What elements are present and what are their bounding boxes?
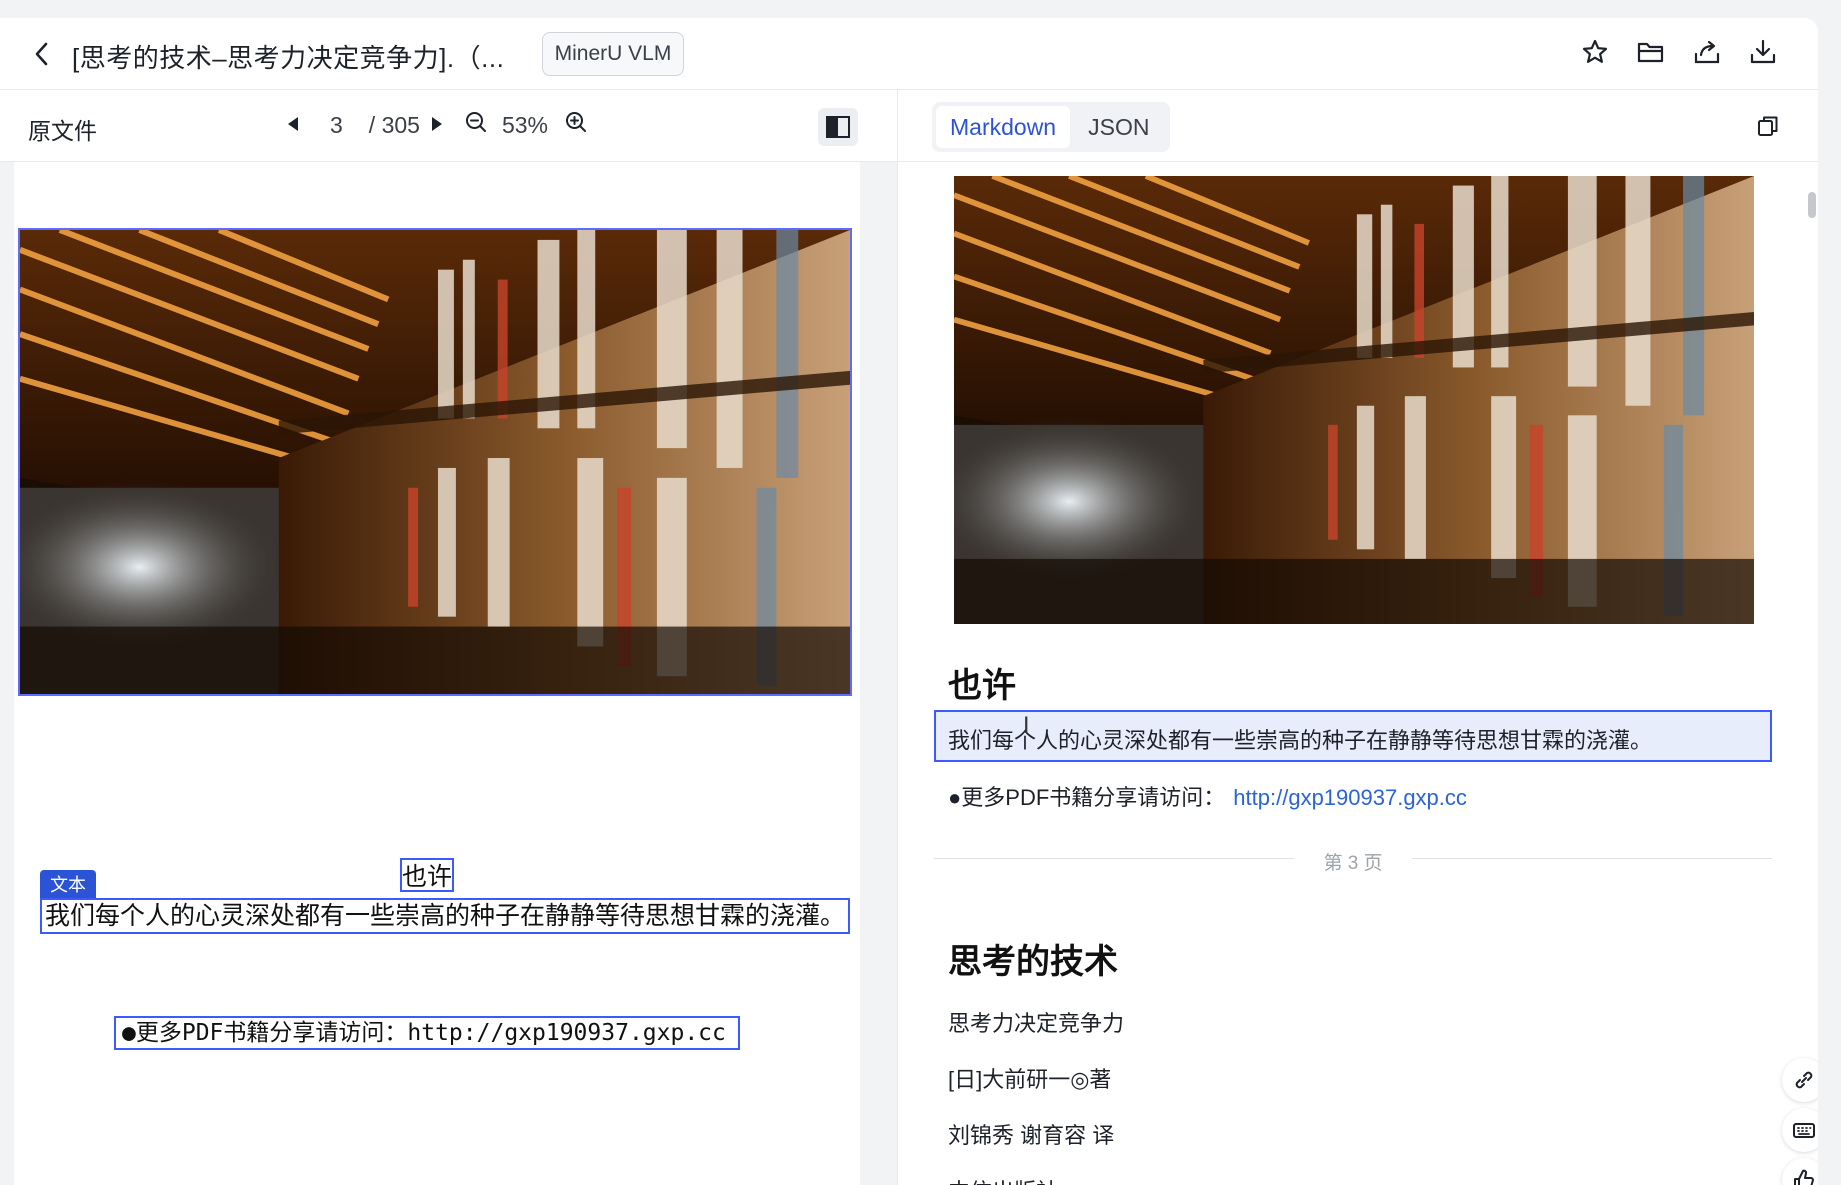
tab-markdown[interactable]: Markdown — [936, 106, 1071, 148]
source-file-label: 原文件 — [28, 118, 97, 144]
star-icon — [1582, 39, 1608, 63]
triangle-left-icon — [288, 116, 298, 131]
open-folder-button[interactable] — [1636, 34, 1666, 70]
pdf-page: 也许 文本 我们每个人的心灵深处都有一些崇高的种子在静静等待思想甘霖的浇灌。 ●… — [14, 162, 860, 1185]
prev-page-button[interactable] — [286, 112, 300, 139]
back-icon — [35, 42, 48, 66]
share-link[interactable]: http://gxp190937.gxp.cc — [1233, 785, 1467, 810]
markdown-bookshelf-image — [954, 176, 1754, 624]
markdown-title: 思考的技术 — [948, 943, 1118, 981]
back-button[interactable] — [26, 38, 58, 70]
markdown-heading: 也许 — [948, 667, 1016, 705]
link-icon — [1795, 1071, 1813, 1089]
markdown-pane[interactable]: 也许 我们每个人的心灵深处都有一些崇高的种子在静静等待思想甘霖的浇灌。 I ●更… — [898, 162, 1818, 1185]
text-cursor-icon: I — [1023, 714, 1030, 739]
download-icon — [1750, 39, 1776, 64]
copy-icon — [1758, 116, 1778, 136]
top-actions — [1580, 34, 1778, 70]
markdown-line: 刘锦秀 谢育容 译 — [948, 1123, 1115, 1148]
total-pages: / 305 — [368, 111, 420, 138]
pdf-heading-block[interactable]: 也许 — [400, 858, 454, 892]
separator-line-right — [1412, 858, 1772, 859]
zoom-out-icon — [465, 112, 486, 132]
top-bar: [思考的技术–思考力决定竞争力].（... MinerU VLM — [0, 18, 1818, 90]
markdown-link-line: ●更多PDF书籍分享请访问： http://gxp190937.gxp.cc — [948, 780, 1467, 812]
split-view-icon — [826, 116, 850, 138]
share-icon — [1694, 40, 1720, 64]
favorite-button[interactable] — [1580, 34, 1610, 70]
zoom-in-button[interactable] — [564, 110, 588, 140]
result-toolbar: Markdown JSON — [898, 90, 1818, 162]
page-separator: 第 3 页 — [934, 848, 1772, 874]
link-tool-button[interactable] — [1782, 1058, 1818, 1102]
pager: 3 / 305 53% — [286, 108, 588, 142]
scrollbar-thumb[interactable] — [1808, 192, 1816, 218]
markdown-line: 中信出版社 — [948, 1174, 1058, 1185]
model-badge[interactable]: MinerU VLM — [542, 32, 684, 76]
pdf-link-block[interactable]: ●更多PDF书籍分享请访问：http://gxp190937.gxp.cc — [114, 1016, 740, 1050]
pdf-image-block[interactable] — [14, 227, 852, 696]
pdf-paragraph-block[interactable]: 我们每个人的心灵深处都有一些崇高的种子在静静等待思想甘霖的浇灌。 — [40, 898, 850, 934]
keyboard-icon — [1793, 1123, 1815, 1138]
format-switch: Markdown JSON — [932, 102, 1170, 152]
share-button[interactable] — [1692, 34, 1722, 70]
current-page-input[interactable]: 3 — [330, 112, 343, 139]
download-button[interactable] — [1748, 34, 1778, 70]
app-window: [思考的技术–思考力决定竞争力].（... MinerU VLM 原文件 3 / — [0, 18, 1818, 1185]
triangle-right-icon — [431, 116, 442, 131]
tab-json[interactable]: JSON — [1074, 106, 1163, 148]
keyboard-tool-button[interactable] — [1782, 1108, 1818, 1152]
zoom-out-button[interactable] — [464, 110, 488, 140]
layout-toggle-button[interactable] — [818, 108, 858, 146]
text-block-tag: 文本 — [40, 870, 96, 898]
markdown-line: [日]大前研一◎著 — [948, 1067, 1112, 1092]
zoom-level: 53% — [501, 111, 548, 138]
folder-icon — [1637, 42, 1664, 63]
document-title: [思考的技术–思考力决定竞争力].（... — [72, 43, 505, 73]
link-prefix: ●更多PDF书籍分享请访问： — [948, 785, 1226, 810]
floating-tools — [1782, 1058, 1818, 1185]
markdown-paragraph: 我们每个人的心灵深处都有一些崇高的种子在静静等待思想甘霖的浇灌。 — [948, 728, 1653, 753]
markdown-line: 思考力决定竞争力 — [948, 1011, 1125, 1036]
source-pane[interactable]: 也许 文本 我们每个人的心灵深处都有一些崇高的种子在静静等待思想甘霖的浇灌。 ●… — [0, 162, 898, 1185]
page-separator-label: 第 3 页 — [1323, 853, 1383, 874]
thumbs-up-icon — [1794, 1169, 1814, 1185]
source-toolbar: 原文件 3 / 305 53% — [0, 90, 898, 162]
zoom-in-icon — [566, 112, 586, 132]
next-page-button[interactable] — [430, 112, 444, 139]
feedback-button[interactable] — [1782, 1158, 1818, 1185]
bookshelf-image — [14, 227, 850, 694]
copy-button[interactable] — [1754, 112, 1782, 140]
